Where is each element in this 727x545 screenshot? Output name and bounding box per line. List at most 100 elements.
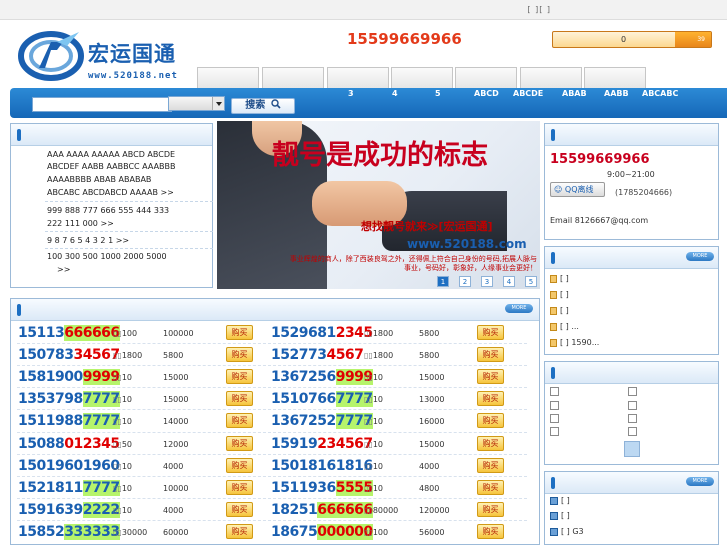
phone-number[interactable]: 15018161816 — [271, 456, 373, 476]
buy-button[interactable]: 购买 — [226, 391, 253, 407]
news-item[interactable]: [ ] — [550, 274, 569, 283]
filter-checkbox[interactable] — [550, 427, 559, 436]
list-item[interactable]: [ ] — [550, 511, 570, 520]
buy-button[interactable]: 购买 — [226, 369, 253, 385]
phone-number[interactable]: 15119365555 — [271, 478, 373, 498]
buy-button[interactable]: 购买 — [477, 413, 504, 429]
phone-number[interactable]: 15819009999 — [18, 367, 120, 387]
header-tab-4[interactable] — [391, 67, 453, 88]
category-row[interactable]: 100 300 500 1000 2000 5000 — [47, 251, 167, 262]
more-button[interactable]: MORE — [505, 304, 533, 313]
buy-button[interactable]: 购买 — [477, 435, 504, 451]
buy-button[interactable]: 购买 — [477, 391, 504, 407]
phone-number[interactable]: 13672527777 — [271, 411, 373, 431]
nav-link-5[interactable]: 5 — [435, 89, 441, 98]
phone-number[interactable]: 15852333333 — [18, 522, 120, 542]
phone-number[interactable]: 15218117777 — [18, 478, 120, 498]
category-row[interactable]: ABCDEF AABB AABBCC AAABBB — [47, 161, 176, 172]
filter-checkbox[interactable] — [628, 427, 637, 436]
buy-button[interactable]: 购买 — [226, 501, 253, 517]
chevron-down-icon[interactable] — [212, 97, 224, 110]
phone-number[interactable]: 15019601960 — [18, 456, 120, 476]
nav-link-3[interactable]: 3 — [348, 89, 354, 98]
category-row[interactable]: 9 8 7 6 5 4 3 2 1 >> — [47, 235, 129, 246]
category-row[interactable]: 999 888 777 666 555 444 333 — [47, 205, 169, 216]
phone-number[interactable]: 15296812345 — [271, 323, 373, 343]
news-item[interactable]: [ ] 1590... — [550, 338, 599, 347]
phone-number[interactable]: 15113666666 — [18, 323, 120, 343]
more-button[interactable]: MORE — [686, 477, 714, 486]
phone-number[interactable]: 18251666666 — [271, 500, 373, 520]
filter-checkbox[interactable] — [550, 414, 559, 423]
phone-number[interactable]: 15119887777 — [18, 411, 120, 431]
category-row[interactable]: AAA AAAA AAAAA ABCD ABCDE — [47, 149, 175, 160]
buy-button[interactable]: 购买 — [477, 457, 504, 473]
top-links[interactable]: [ ][ ] — [527, 5, 551, 14]
panel-header — [545, 362, 718, 384]
phone-number[interactable]: 15088012345 — [18, 434, 120, 454]
search-input[interactable] — [32, 97, 172, 112]
buy-button[interactable]: 购买 — [477, 347, 504, 363]
header-tab-6[interactable] — [520, 67, 582, 88]
phone-number[interactable]: 15107667777 — [271, 389, 373, 409]
buy-button[interactable]: 购买 — [226, 523, 253, 539]
news-item[interactable]: [ ] — [550, 290, 569, 299]
header-tab-7[interactable] — [584, 67, 646, 88]
filter-checkbox[interactable] — [628, 387, 637, 396]
buy-button[interactable]: 购买 — [226, 347, 253, 363]
phone-number[interactable]: 1527734567 — [271, 345, 364, 365]
more-button[interactable]: MORE — [686, 252, 714, 261]
search-category-select[interactable] — [168, 96, 225, 111]
buy-button[interactable]: 购买 — [226, 325, 253, 340]
list-item[interactable]: [ ] — [550, 496, 570, 505]
category-row[interactable]: AAAABBBB ABAB ABABAB — [47, 174, 151, 185]
buy-button[interactable]: 购买 — [477, 325, 504, 340]
buy-button[interactable]: 购买 — [226, 479, 253, 495]
nav-link-abcd[interactable]: ABCD — [474, 89, 499, 98]
phone-number[interactable]: 15919234567 — [271, 434, 373, 454]
buy-button[interactable]: 购买 — [226, 413, 253, 429]
banner-page-4[interactable]: 4 — [503, 276, 515, 287]
news-item[interactable]: [ ] — [550, 306, 569, 315]
nav-link-abcde[interactable]: ABCDE — [513, 89, 543, 98]
nav-link-4[interactable]: 4 — [392, 89, 398, 98]
banner-page-2[interactable]: 2 — [459, 276, 471, 287]
header-tab-3[interactable] — [327, 67, 389, 88]
promo-banner[interactable]: 靓号是成功的标志 想找靓号就来≫[宏运国通] www.520188.com 事业… — [217, 121, 540, 289]
phone-number[interactable]: 18675000000 — [271, 522, 373, 542]
filter-checkbox[interactable] — [628, 401, 637, 410]
filter-checkbox[interactable] — [628, 414, 637, 423]
qq-button[interactable]: ☺ QQ离线 — [550, 182, 605, 197]
header-tab-1[interactable] — [197, 67, 259, 88]
news-item[interactable]: [ ] ... — [550, 322, 579, 331]
filter-checkbox[interactable] — [550, 401, 559, 410]
phone-number[interactable]: 15078334567 — [18, 345, 120, 365]
banner-page-5[interactable]: 5 — [525, 276, 537, 287]
buy-button[interactable]: 购买 — [477, 369, 504, 385]
buy-button[interactable]: 购买 — [477, 501, 504, 517]
category-row[interactable]: ABCABC ABCDABCD AAAAB >> — [47, 187, 174, 198]
buy-button[interactable]: 购买 — [226, 457, 253, 473]
fee-amount: 10 — [372, 417, 383, 427]
header-tab-5[interactable] — [455, 67, 517, 88]
buy-button[interactable]: 购买 — [226, 435, 253, 451]
nav-link-aabb[interactable]: AABB — [604, 89, 629, 98]
category-row[interactable]: >> — [57, 264, 70, 275]
fee-amount: 1800 — [372, 329, 394, 338]
banner-page-1[interactable]: 1 — [437, 276, 449, 287]
header-tab-2[interactable] — [262, 67, 324, 88]
banner-page-3[interactable]: 3 — [481, 276, 493, 287]
phone-number[interactable]: 15916392222 — [18, 500, 120, 520]
list-item[interactable]: [ ] G3 — [550, 527, 584, 536]
fee-amount: 1800 — [121, 351, 143, 361]
buy-button[interactable]: 购买 — [477, 479, 504, 495]
nav-link-abcabc[interactable]: ABCABC — [642, 89, 678, 98]
filter-submit-button[interactable] — [624, 441, 640, 457]
category-row[interactable]: 222 111 000 >> — [47, 218, 114, 229]
phone-number[interactable]: 13537987777 — [18, 389, 120, 409]
filter-checkbox[interactable] — [550, 387, 559, 396]
search-button[interactable]: 搜索 — [231, 98, 295, 114]
buy-button[interactable]: 购买 — [477, 523, 504, 539]
nav-link-abab[interactable]: ABAB — [562, 89, 587, 98]
phone-number[interactable]: 13672569999 — [271, 367, 373, 387]
